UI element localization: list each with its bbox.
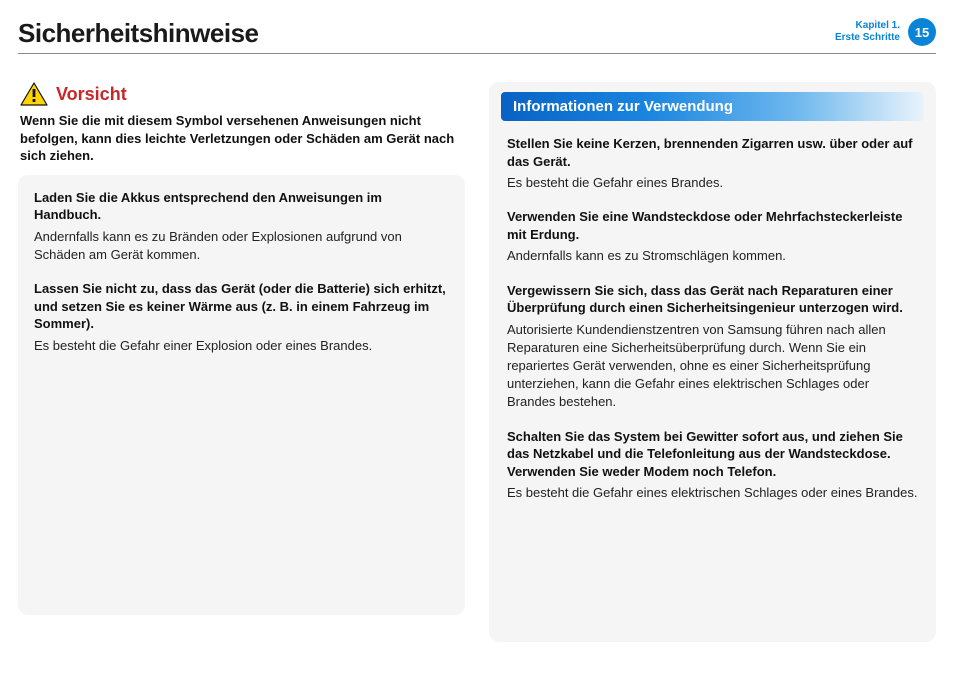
usage-item-body: Autorisierte Kundendienstzentren von Sam… bbox=[507, 321, 918, 412]
caution-heading: Vorsicht bbox=[18, 82, 465, 106]
page-root: Sicherheitshinweise Kapitel 1. Erste Sch… bbox=[0, 0, 954, 677]
content-columns: Vorsicht Wenn Sie die mit diesem Symbol … bbox=[18, 82, 936, 642]
usage-item: Verwenden Sie eine Wandsteckdose oder Me… bbox=[507, 208, 918, 265]
page-number-badge: 15 bbox=[908, 18, 936, 46]
usage-item-heading: Vergewissern Sie sich, dass das Gerät na… bbox=[507, 282, 918, 317]
safety-item-body: Es besteht die Gefahr einer Explosion od… bbox=[34, 337, 449, 355]
warning-triangle-icon bbox=[20, 82, 48, 106]
usage-item-heading: Verwenden Sie eine Wandsteckdose oder Me… bbox=[507, 208, 918, 243]
usage-item-body: Es besteht die Gefahr eines Brandes. bbox=[507, 174, 918, 192]
usage-item: Schalten Sie das System bei Gewitter sof… bbox=[507, 428, 918, 503]
page-header: Sicherheitshinweise Kapitel 1. Erste Sch… bbox=[18, 18, 936, 54]
usage-item-heading: Stellen Sie keine Kerzen, brennenden Zig… bbox=[507, 135, 918, 170]
safety-item-body: Andernfalls kann es zu Bränden oder Expl… bbox=[34, 228, 449, 264]
usage-item-heading: Schalten Sie das System bei Gewitter sof… bbox=[507, 428, 918, 481]
chapter-text: Kapitel 1. Erste Schritte bbox=[835, 20, 900, 44]
section-heading: Informationen zur Verwendung bbox=[501, 92, 924, 121]
usage-item: Vergewissern Sie sich, dass das Gerät na… bbox=[507, 282, 918, 412]
right-panel: Informationen zur Verwendung Stellen Sie… bbox=[489, 82, 936, 642]
left-column: Vorsicht Wenn Sie die mit diesem Symbol … bbox=[18, 82, 465, 642]
right-inner: Stellen Sie keine Kerzen, brennenden Zig… bbox=[505, 135, 920, 502]
chapter-line-2: Erste Schritte bbox=[835, 32, 900, 44]
safety-item-heading: Laden Sie die Akkus entsprechend den Anw… bbox=[34, 189, 449, 224]
page-title: Sicherheitshinweise bbox=[18, 18, 258, 49]
safety-item: Lassen Sie nicht zu, dass das Gerät (ode… bbox=[34, 280, 449, 355]
usage-item-body: Andernfalls kann es zu Stromschlägen kom… bbox=[507, 247, 918, 265]
caution-label: Vorsicht bbox=[56, 84, 127, 105]
chapter-line-1: Kapitel 1. bbox=[835, 20, 900, 32]
safety-item: Laden Sie die Akkus entsprechend den Anw… bbox=[34, 189, 449, 264]
left-card: Laden Sie die Akkus entsprechend den Anw… bbox=[18, 175, 465, 615]
caution-description: Wenn Sie die mit diesem Symbol versehene… bbox=[18, 112, 465, 175]
usage-item: Stellen Sie keine Kerzen, brennenden Zig… bbox=[507, 135, 918, 192]
right-column: Informationen zur Verwendung Stellen Sie… bbox=[489, 82, 936, 642]
usage-item-body: Es besteht die Gefahr eines elektrischen… bbox=[507, 484, 918, 502]
chapter-block: Kapitel 1. Erste Schritte 15 bbox=[835, 18, 936, 46]
safety-item-heading: Lassen Sie nicht zu, dass das Gerät (ode… bbox=[34, 280, 449, 333]
